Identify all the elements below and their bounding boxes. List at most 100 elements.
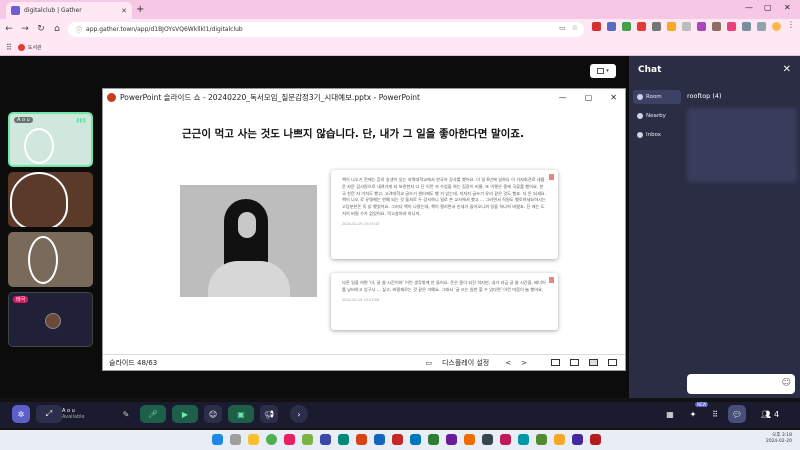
url-bar[interactable]: ⓘ app.gather.town/app/d1BJOYsVQ6Wkllkl1/…: [68, 22, 584, 37]
slide-sorter-icon[interactable]: [570, 359, 579, 366]
grid-icon[interactable]: ⠿: [708, 405, 722, 423]
screen-share-button[interactable]: ▣: [228, 405, 254, 423]
taskbar-app-icon[interactable]: [392, 434, 403, 445]
apps-grid-icon[interactable]: ⠿: [6, 43, 12, 52]
participant-video-tile[interactable]: 태극: [8, 292, 93, 347]
user-status[interactable]: A o u Available: [62, 405, 85, 423]
extension-icon[interactable]: [607, 22, 616, 31]
browser-tab[interactable]: digitalclub | Gather ✕: [6, 2, 132, 19]
edit-icon[interactable]: ✎: [120, 405, 132, 423]
windows-start-icon[interactable]: [212, 434, 223, 445]
gather-menu-icon[interactable]: ✲: [12, 405, 30, 423]
extension-icon[interactable]: [682, 22, 691, 31]
powerpoint-logo-icon: [107, 93, 116, 102]
gather-favicon-icon: [11, 6, 20, 15]
doodle-heart-drawing: [10, 172, 68, 227]
taskbar-app-icon[interactable]: [572, 434, 583, 445]
taskbar-app-icon[interactable]: [338, 434, 349, 445]
next-slide-button[interactable]: >: [521, 359, 527, 367]
slide-headline: 근근이 먹고 사는 것도 나쁘지 않습니다. 단, 내가 그 일을 좋아한다면 …: [182, 128, 524, 140]
close-chat-icon[interactable]: ✕: [783, 64, 791, 75]
participant-video-tile[interactable]: [8, 172, 93, 227]
screen-share-options-button[interactable]: ▾: [590, 64, 616, 78]
chat-nav-nearby[interactable]: Nearby: [633, 109, 681, 123]
chrome-icon[interactable]: [266, 434, 277, 445]
extension-icon[interactable]: [622, 22, 631, 31]
megaphone-icon[interactable]: 📢︎: [260, 405, 278, 423]
profile-avatar[interactable]: [772, 22, 781, 31]
minimap-button[interactable]: ⤢: [36, 405, 62, 423]
extension-icon[interactable]: [712, 22, 721, 31]
extension-icon[interactable]: [727, 22, 736, 31]
room-icon: [637, 94, 643, 100]
chat-nav-inbox[interactable]: Inbox: [633, 128, 681, 142]
slideshow-icon[interactable]: [608, 359, 617, 366]
taskbar-app-icon[interactable]: [374, 434, 385, 445]
participants-button[interactable]: 👥︎ 4: [756, 405, 784, 423]
participant-video-tile[interactable]: A o u ▮▮▮: [8, 112, 93, 167]
browser-tab-strip: digitalclub | Gather ✕ + — ▢ ✕: [0, 0, 800, 19]
taskbar-app-icon[interactable]: [500, 434, 511, 445]
chat-toggle-button[interactable]: 💬︎: [728, 405, 746, 423]
microphone-button[interactable]: 🎤︎: [140, 405, 166, 423]
taskbar-app-icon[interactable]: [554, 434, 565, 445]
taskbar-app-icon[interactable]: [464, 434, 475, 445]
cast-icon[interactable]: ▭: [559, 24, 566, 32]
puzzle-icon[interactable]: [742, 22, 751, 31]
extension-icon[interactable]: [667, 22, 676, 31]
build-tool-icon[interactable]: ✦: [686, 405, 700, 423]
menu-icon[interactable]: ⋮: [787, 20, 796, 29]
close-icon[interactable]: ✕: [610, 93, 617, 102]
emote-icon[interactable]: ☺: [204, 405, 222, 423]
close-window-icon[interactable]: ✕: [784, 3, 791, 12]
maximize-icon[interactable]: ▢: [764, 3, 772, 12]
bookmark-item[interactable]: 도서관: [17, 43, 42, 51]
extension-icon[interactable]: [637, 22, 646, 31]
chat-nav: Room Nearby Inbox: [633, 90, 681, 147]
taskbar-app-icon[interactable]: [446, 434, 457, 445]
camera-button[interactable]: ▶︎: [172, 405, 198, 423]
calendar-icon[interactable]: ▦: [664, 405, 676, 423]
powerpoint-taskbar-icon[interactable]: [590, 434, 601, 445]
taskbar-app-icon[interactable]: [320, 434, 331, 445]
taskbar-app-icon[interactable]: [518, 434, 529, 445]
home-icon[interactable]: ⌂: [50, 24, 64, 34]
maximize-icon[interactable]: ▢: [585, 93, 593, 102]
taskbar-app-icon[interactable]: [428, 434, 439, 445]
taskbar-app-icon[interactable]: [536, 434, 547, 445]
extension-icon[interactable]: [652, 22, 661, 31]
reading-view-icon[interactable]: [589, 359, 598, 366]
site-info-icon[interactable]: ⓘ: [76, 25, 82, 34]
tab-close-icon[interactable]: ✕: [121, 7, 127, 15]
minimize-icon[interactable]: —: [745, 3, 753, 12]
expand-toolbar-icon[interactable]: ›: [290, 405, 308, 423]
normal-view-icon[interactable]: [551, 359, 560, 366]
display-icon: ▭: [425, 358, 432, 367]
forward-icon[interactable]: →: [18, 24, 32, 34]
back-icon[interactable]: ←: [2, 24, 16, 34]
taskbar-app-icon[interactable]: [482, 434, 493, 445]
new-tab-button[interactable]: +: [136, 4, 144, 15]
sidebar-icon[interactable]: [757, 22, 766, 31]
participant-video-tile[interactable]: [8, 232, 93, 287]
bookmarks-bar: ⠿ 도서관: [0, 39, 800, 56]
taskbar-app-icon[interactable]: [410, 434, 421, 445]
file-explorer-icon[interactable]: [248, 434, 259, 445]
previous-slide-button[interactable]: <: [505, 359, 511, 367]
system-clock[interactable]: 오후 3:18 2024-02-20: [766, 433, 792, 445]
quote-date: 2024-02-19 23:23:43: [342, 221, 380, 226]
chat-nav-room[interactable]: Room: [633, 90, 681, 104]
chat-message-input[interactable]: ☺: [687, 374, 795, 394]
minimize-icon[interactable]: —: [559, 93, 567, 102]
taskbar-app-icon[interactable]: [356, 434, 367, 445]
extension-icon[interactable]: [592, 22, 601, 31]
extension-icon[interactable]: [697, 22, 706, 31]
taskbar-app-icon[interactable]: [302, 434, 313, 445]
display-settings-button[interactable]: 디스플레이 설정: [442, 358, 489, 368]
taskbar-app-icon[interactable]: [284, 434, 295, 445]
emoji-icon[interactable]: ☺: [782, 378, 791, 388]
reload-icon[interactable]: ↻: [34, 24, 48, 34]
bookmark-star-icon[interactable]: ☆: [572, 24, 578, 32]
people-icon: 👥︎: [760, 409, 772, 419]
search-icon[interactable]: [230, 434, 241, 445]
